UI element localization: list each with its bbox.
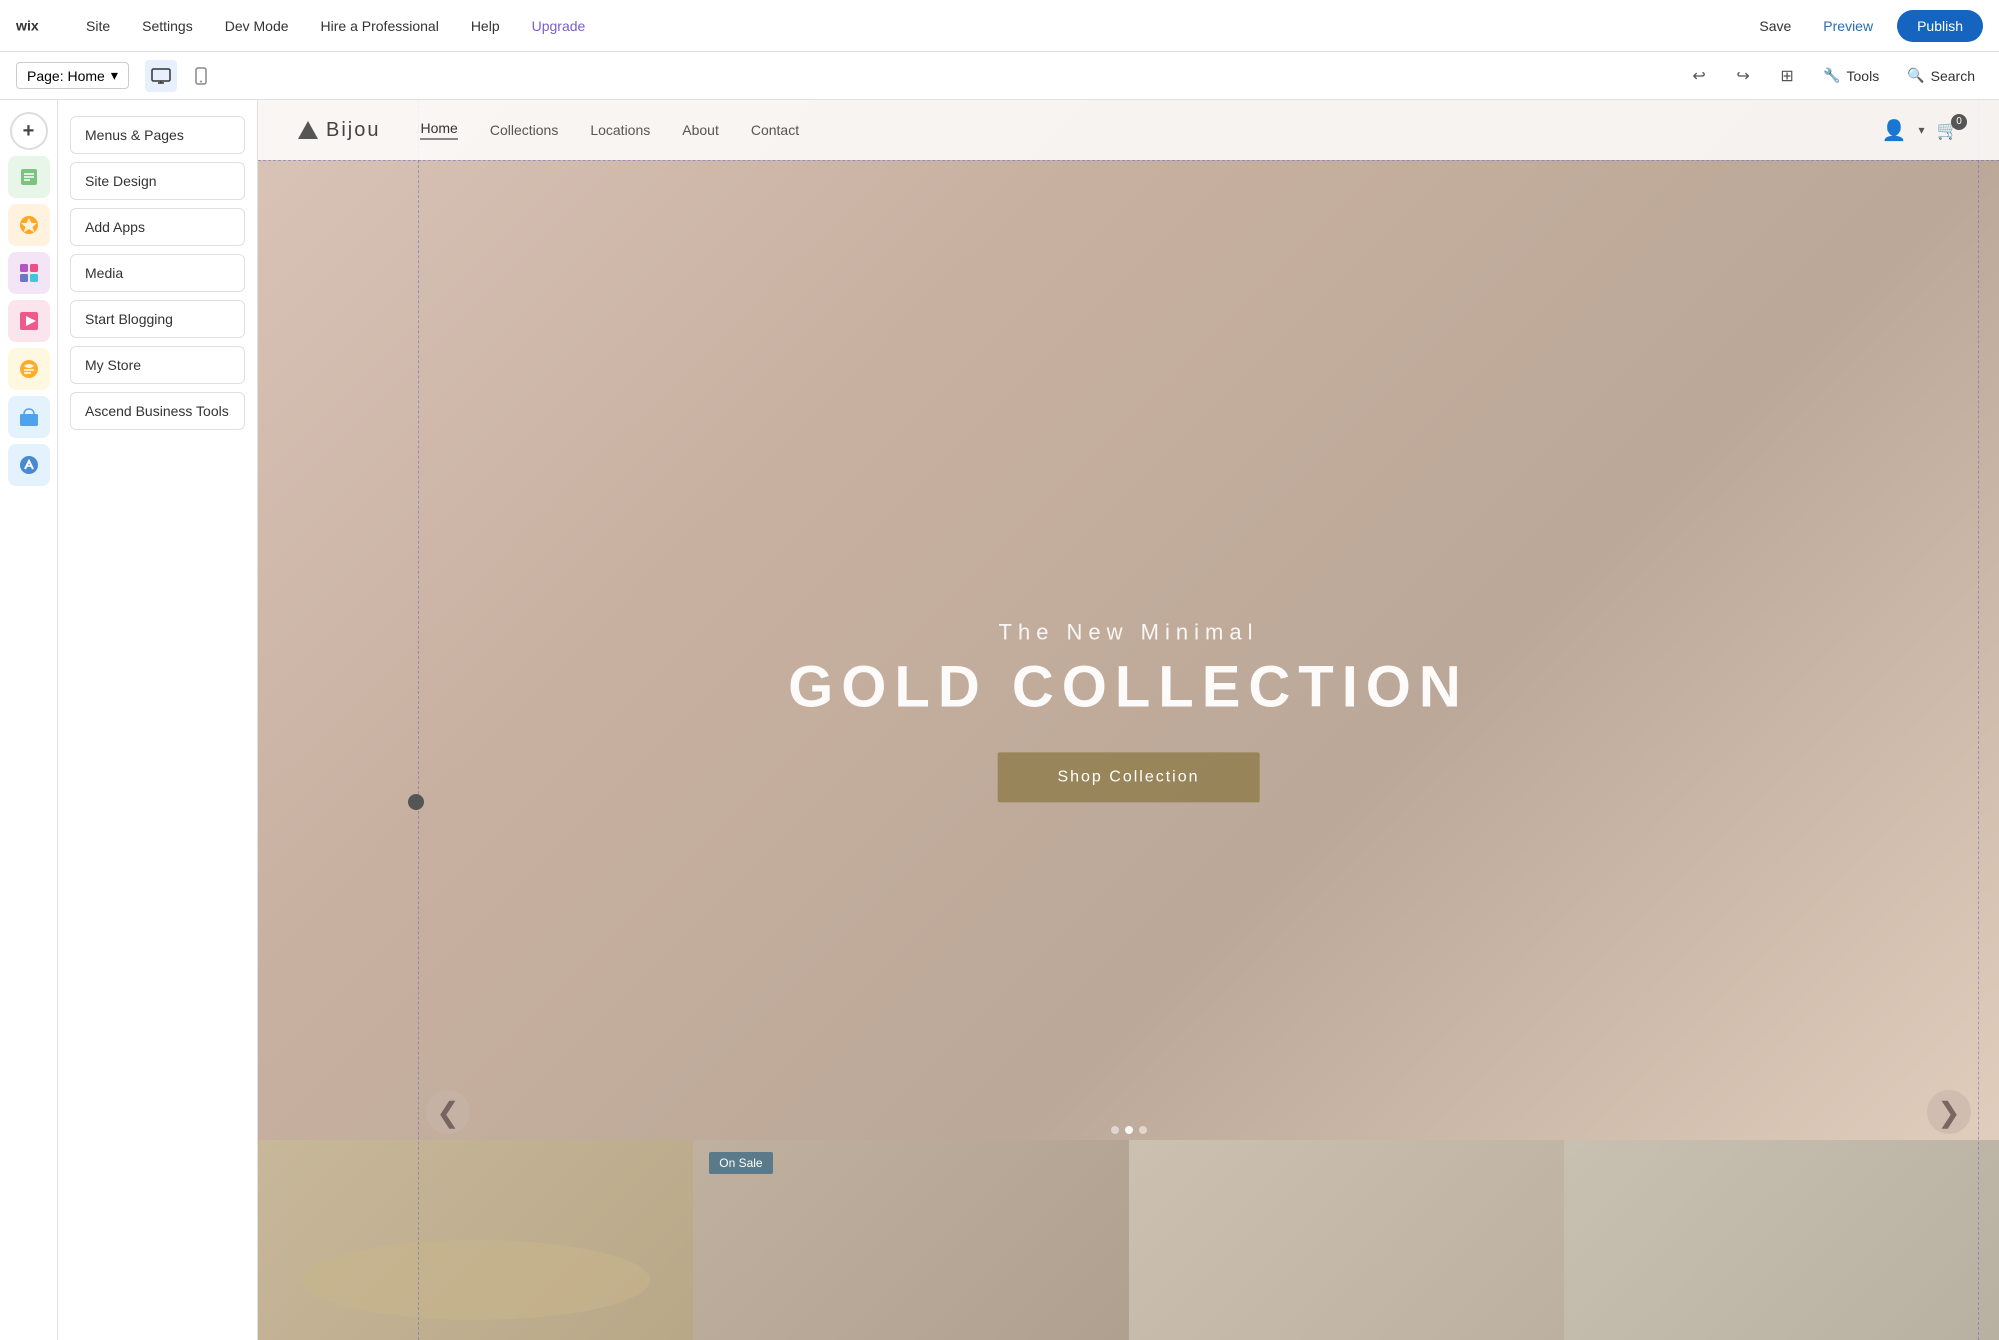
search-icon: 🔍	[1907, 67, 1924, 84]
nav-help[interactable]: Help	[465, 14, 506, 38]
canvas-background: Bijou Home Collections Locations About C…	[258, 100, 1999, 1340]
media-btn[interactable]: Media	[70, 254, 245, 292]
page-bar: Page: Home ▾ ↩ ↪ ⊞ 🔧 Tools 🔍 Search	[0, 52, 1999, 100]
product-card-3	[1129, 1140, 1564, 1340]
sidebar-ascend-btn[interactable]	[8, 444, 50, 486]
pagination-dot[interactable]	[1139, 1126, 1147, 1134]
menus-pages-btn[interactable]: Menus & Pages	[70, 116, 245, 154]
site-nav-contact[interactable]: Contact	[751, 122, 799, 138]
top-bar-left: wix Site Settings Dev Mode Hire a Profes…	[16, 14, 1751, 38]
sidebar-store-btn[interactable]	[8, 396, 50, 438]
tools-label: Tools	[1847, 68, 1880, 84]
site-header: Bijou Home Collections Locations About C…	[258, 100, 1999, 160]
top-bar: wix Site Settings Dev Mode Hire a Profes…	[0, 0, 1999, 52]
drag-handle[interactable]	[408, 794, 424, 810]
pagination-dot-active[interactable]	[1125, 1126, 1133, 1134]
add-button[interactable]: +	[10, 112, 48, 150]
site-header-right: 👤 ▾ 🛒 0	[1882, 118, 1959, 143]
save-button[interactable]: Save	[1751, 14, 1799, 38]
nav-site[interactable]: Site	[80, 14, 116, 38]
shop-collection-button[interactable]: Shop Collection	[997, 752, 1259, 802]
logo-text: Bijou	[326, 119, 380, 142]
top-bar-right: Save Preview Publish	[1751, 10, 1983, 42]
next-arrow-button[interactable]: ❯	[1927, 1090, 1971, 1134]
nav-upgrade[interactable]: Upgrade	[526, 14, 592, 38]
add-apps-btn[interactable]: Add Apps	[70, 208, 245, 246]
panel: Menus & Pages Site Design Add Apps Media…	[58, 100, 258, 1340]
start-blogging-btn[interactable]: Start Blogging	[70, 300, 245, 338]
search-label: Search	[1931, 68, 1975, 84]
pagination-dot[interactable]	[1111, 1126, 1119, 1134]
nav-hire[interactable]: Hire a Professional	[315, 14, 445, 38]
publish-button[interactable]: Publish	[1897, 10, 1983, 42]
hero-content: The New Minimal GOLD COLLECTION Shop Col…	[788, 619, 1469, 802]
nav-settings[interactable]: Settings	[136, 14, 199, 38]
undo-button[interactable]: ↩	[1683, 60, 1715, 92]
svg-text:wix: wix	[16, 17, 39, 33]
pagination-dots	[1111, 1126, 1147, 1134]
page-name: Page: Home	[27, 68, 105, 84]
canvas: Bijou Home Collections Locations About C…	[258, 100, 1999, 1340]
zoom-button[interactable]: ⊞	[1771, 60, 1803, 92]
site-nav-locations[interactable]: Locations	[590, 122, 650, 138]
cart-icon[interactable]: 🛒 0	[1937, 120, 1959, 141]
grid-line-left	[418, 100, 419, 1340]
tools-button[interactable]: 🔧 Tools	[1815, 63, 1887, 88]
user-icon[interactable]: 👤	[1882, 118, 1907, 143]
page-selector[interactable]: Page: Home ▾	[16, 62, 129, 89]
sidebar-blog-btn[interactable]	[8, 348, 50, 390]
product-card-4	[1564, 1140, 1999, 1340]
prev-arrow-button[interactable]: ❮	[426, 1090, 470, 1134]
mobile-device-btn[interactable]	[185, 60, 217, 92]
redo-button[interactable]: ↪	[1727, 60, 1759, 92]
sidebar-pages-btn[interactable]	[8, 156, 50, 198]
main-layout: +	[0, 100, 1999, 1340]
search-button[interactable]: 🔍 Search	[1899, 63, 1983, 88]
nav-devmode[interactable]: Dev Mode	[219, 14, 295, 38]
site-nav-about[interactable]: About	[682, 122, 719, 138]
site-nav-collections[interactable]: Collections	[490, 122, 558, 138]
logo-triangle-icon	[298, 121, 318, 139]
site-nav: Home Collections Locations About Contact	[420, 120, 1881, 140]
product-grid: On Sale	[258, 1140, 1999, 1340]
tools-icon: 🔧	[1823, 67, 1840, 84]
sidebar-media-btn[interactable]	[8, 300, 50, 342]
site-logo: Bijou	[298, 119, 380, 142]
page-bar-actions: ↩ ↪ ⊞ 🔧 Tools 🔍 Search	[1683, 60, 1983, 92]
cart-count-badge: 0	[1951, 114, 1967, 130]
preview-button[interactable]: Preview	[1815, 14, 1881, 38]
product-card-2: On Sale	[693, 1140, 1128, 1340]
on-sale-badge: On Sale	[709, 1152, 772, 1174]
chevron-down-icon: ▾	[111, 67, 118, 84]
grid-line-top	[258, 160, 1999, 161]
chevron-down-icon[interactable]: ▾	[1919, 123, 1925, 137]
ascend-tools-btn[interactable]: Ascend Business Tools	[70, 392, 245, 430]
hero-title: GOLD COLLECTION	[788, 653, 1469, 720]
hero-subtitle: The New Minimal	[788, 619, 1469, 645]
site-design-btn[interactable]: Site Design	[70, 162, 245, 200]
device-icons	[145, 60, 217, 92]
sidebar-design-btn[interactable]	[8, 204, 50, 246]
site-nav-home[interactable]: Home	[420, 120, 457, 140]
my-store-btn[interactable]: My Store	[70, 346, 245, 384]
sidebar-icons: +	[0, 100, 58, 1340]
sidebar-apps-btn[interactable]	[8, 252, 50, 294]
grid-line-right	[1978, 100, 1979, 1340]
desktop-device-btn[interactable]	[145, 60, 177, 92]
wix-logo: wix	[16, 16, 52, 36]
product-card-1	[258, 1140, 693, 1340]
